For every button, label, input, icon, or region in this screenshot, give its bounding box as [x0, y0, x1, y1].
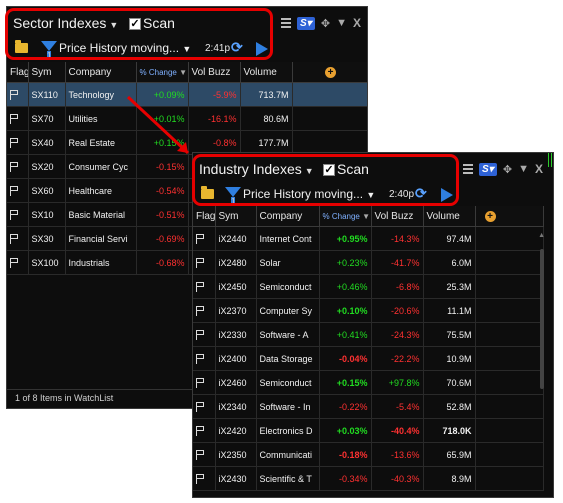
annotation-arrow: [126, 95, 190, 155]
arrow-line: [126, 95, 190, 155]
